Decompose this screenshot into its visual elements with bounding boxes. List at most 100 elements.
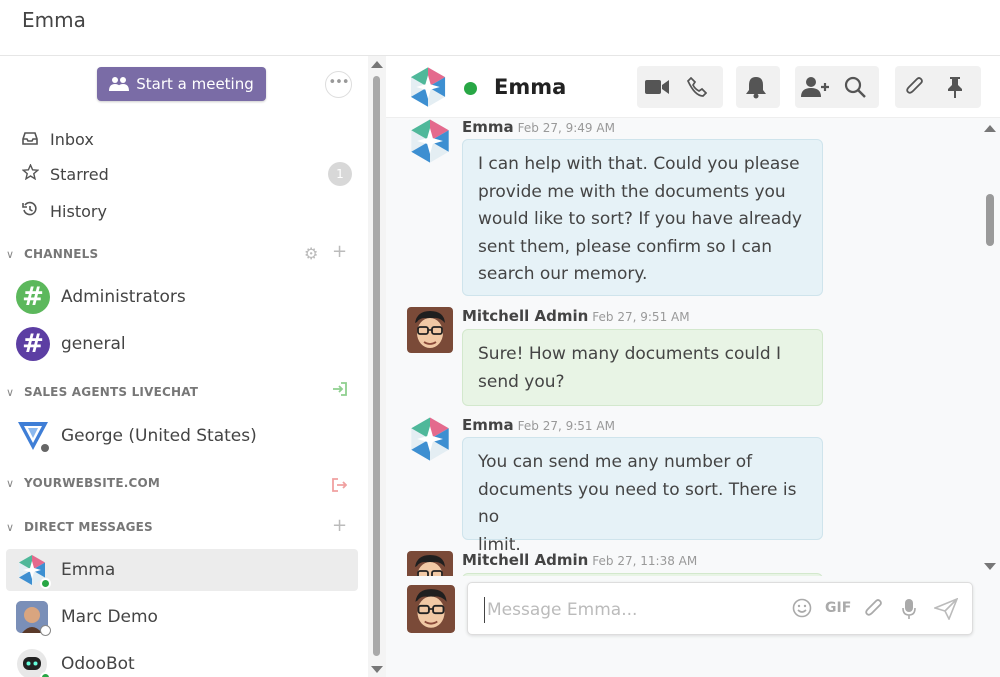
message-timestamp: Feb 27, 11:38 AM — [592, 554, 698, 568]
attachment-button-group — [895, 66, 981, 108]
channel-item-general[interactable]: # general — [16, 326, 126, 362]
bell-icon — [746, 77, 766, 99]
add-users-button[interactable] — [795, 66, 835, 108]
channel-label: Administrators — [61, 287, 186, 307]
message-timestamp: Feb 27, 9:51 AM — [592, 310, 690, 324]
message-input[interactable] — [484, 597, 764, 623]
dm-item-emma[interactable]: Emma — [6, 549, 358, 591]
star-icon — [20, 163, 40, 184]
channel-item-administrators[interactable]: # Administrators — [16, 279, 186, 315]
sidebar-item-label: Starred — [50, 164, 109, 184]
window-title: Emma — [22, 8, 86, 32]
presence-indicator — [40, 672, 51, 677]
sidebar-scrollbar[interactable] — [368, 56, 386, 677]
message-line: I can help with that. Could you please — [478, 154, 800, 174]
sidebar-item-label: Inbox — [50, 129, 94, 149]
scroll-up-arrow[interactable] — [371, 61, 383, 68]
video-icon — [645, 80, 669, 94]
message-line: Sure! How many documents could I — [478, 344, 782, 364]
attachments-button[interactable] — [895, 66, 935, 108]
section-direct-messages[interactable]: ∨ DIRECT MESSAGES — [6, 518, 153, 536]
message-bubble: Sure! How many documents could I send yo… — [462, 329, 823, 406]
sidebar-item-inbox[interactable]: Inbox — [20, 127, 94, 151]
sidebar-item-label: History — [50, 201, 107, 221]
join-icon[interactable] — [332, 382, 347, 400]
scroll-down-arrow[interactable] — [984, 563, 996, 570]
section-website[interactable]: ∨ YOURWEBSITE.COM — [6, 474, 160, 492]
notification-button-group — [736, 66, 780, 108]
section-livechat[interactable]: ∨ SALES AGENTS LIVECHAT — [6, 383, 198, 401]
avatar — [16, 601, 51, 636]
message-author: Emma — [462, 118, 514, 136]
start-meeting-label: Start a meeting — [136, 75, 254, 93]
message-bubble: I can help with that. Could you please p… — [462, 139, 823, 296]
message-line: sent them, please confirm so I can — [478, 236, 773, 257]
message-header: Mitchell Admin Feb 27, 9:51 AM — [462, 307, 690, 325]
message-author: Emma — [462, 416, 514, 434]
author-avatar — [411, 417, 449, 461]
scroll-down-arrow[interactable] — [371, 666, 383, 673]
composer: GIF — [386, 576, 1000, 677]
sidebar-item-starred[interactable]: Starred — [20, 162, 109, 186]
thread-scrollbar[interactable] — [981, 118, 1000, 576]
gif-button[interactable]: GIF — [825, 600, 851, 616]
chat-title: Emma — [494, 75, 567, 99]
scroll-thumb[interactable] — [986, 194, 994, 246]
dm-item-odoobot[interactable]: OdooBot — [6, 643, 358, 677]
add-channel-icon[interactable]: + — [332, 241, 347, 262]
sidebar-options-button[interactable]: ••• — [325, 71, 352, 98]
inbox-icon — [20, 130, 40, 149]
author-avatar — [407, 551, 453, 576]
start-meeting-button[interactable]: Start a meeting — [97, 67, 266, 101]
message-timestamp: Feb 27, 9:49 AM — [517, 121, 615, 135]
message-line: search our memory. — [478, 264, 648, 284]
sidebar: Start a meeting ••• Inbox Starred 1 Hist… — [0, 56, 368, 677]
chevron-down-icon: ∨ — [6, 520, 15, 534]
scroll-up-arrow[interactable] — [984, 125, 996, 132]
message-timestamp: Feb 27, 9:51 AM — [517, 419, 615, 433]
section-title: DIRECT MESSAGES — [24, 520, 153, 534]
section-channels[interactable]: ∨ CHANNELS — [6, 245, 98, 263]
microphone-icon[interactable] — [902, 598, 916, 625]
livechat-avatar — [18, 422, 49, 452]
gear-icon[interactable]: ⚙ — [304, 244, 318, 263]
scroll-thumb[interactable] — [373, 76, 380, 656]
message-author: Mitchell Admin — [462, 307, 589, 325]
pinned-messages-button[interactable] — [935, 66, 975, 108]
dm-label: Marc Demo — [61, 607, 158, 627]
livechat-item-george[interactable]: George (United States) — [16, 418, 257, 454]
online-status-dot — [464, 82, 477, 95]
leave-icon[interactable] — [332, 476, 348, 497]
voice-call-button[interactable] — [677, 66, 717, 108]
author-avatar — [407, 307, 453, 353]
attach-file-icon[interactable] — [864, 598, 884, 625]
search-messages-button[interactable] — [835, 66, 875, 108]
message-header: Emma Feb 27, 9:51 AM — [462, 416, 615, 434]
message-input-box: GIF — [467, 582, 973, 635]
section-title: CHANNELS — [24, 247, 99, 261]
search-icon — [844, 76, 866, 98]
channel-avatar: # — [16, 280, 50, 314]
chevron-down-icon: ∨ — [6, 476, 15, 490]
message-line: send you? — [478, 371, 565, 392]
notification-settings-button[interactable] — [736, 66, 776, 108]
message-author: Mitchell Admin — [462, 551, 589, 569]
dm-label: OdooBot — [61, 654, 135, 674]
emoji-icon[interactable] — [792, 598, 812, 623]
dm-item-marc-demo[interactable]: Marc Demo — [6, 596, 358, 638]
avatar — [16, 554, 51, 589]
dm-label: Emma — [61, 560, 116, 580]
chevron-down-icon: ∨ — [6, 385, 15, 399]
paperclip-icon — [906, 77, 923, 94]
send-icon[interactable] — [932, 597, 959, 625]
sidebar-item-history[interactable]: History — [20, 199, 107, 223]
message-thread: Emma Feb 27, 9:49 AM I can help with that… — [386, 118, 1000, 576]
message-bubble: You can send me any number of documents … — [462, 437, 823, 555]
current-user-avatar — [407, 585, 455, 633]
message-header: Mitchell Admin Feb 27, 11:38 AM — [462, 551, 697, 569]
add-dm-icon[interactable]: + — [332, 515, 347, 536]
avatar — [16, 648, 51, 677]
channel-label: general — [61, 334, 126, 354]
message-line: would like to sort? If you have already — [478, 209, 802, 229]
video-call-button[interactable] — [637, 66, 677, 108]
